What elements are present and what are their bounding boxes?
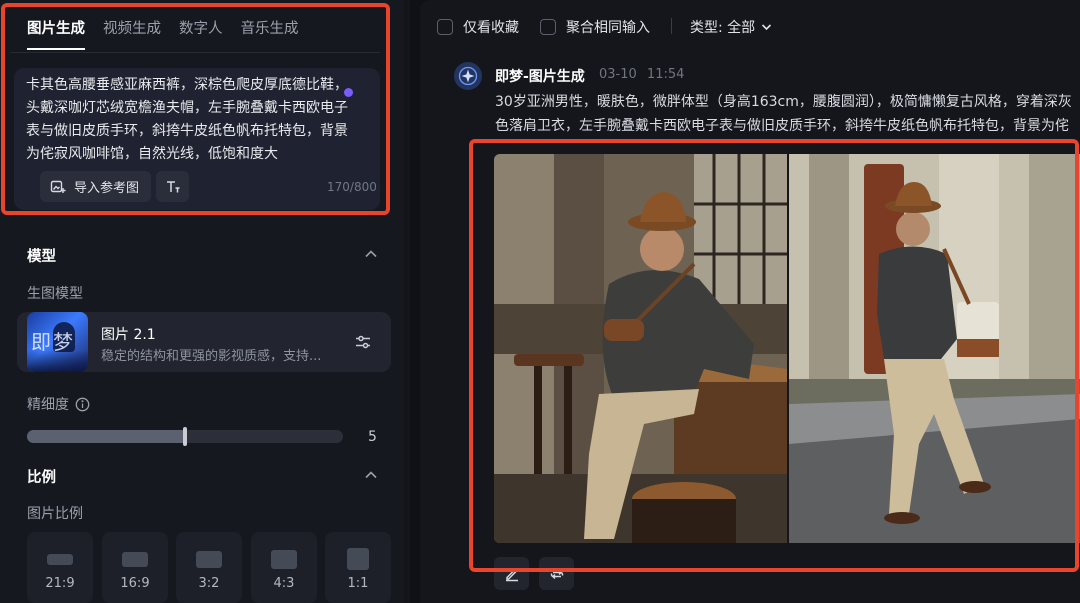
fineness-slider-fill [27, 430, 185, 443]
favorites-filter[interactable]: 仅看收藏 [437, 17, 519, 37]
fineness-value: 5 [368, 429, 377, 445]
favorites-label: 仅看收藏 [463, 20, 519, 36]
import-reference-label: 导入参考图 [74, 181, 140, 196]
sliders-icon[interactable] [354, 333, 372, 351]
filter-divider [671, 18, 672, 34]
edit-button[interactable] [494, 557, 529, 590]
type-filter-dropdown[interactable]: 类型: 全部 [690, 17, 772, 37]
ratio-option-21-9[interactable]: 21:9 [27, 532, 93, 603]
merge-filter[interactable]: 聚合相同输入 [540, 17, 650, 37]
bot-avatar [454, 62, 482, 90]
chevron-up-icon[interactable] [364, 249, 378, 259]
ratio-label: 4:3 [273, 576, 295, 591]
ratio-label: 16:9 [120, 576, 150, 591]
type-filter-label: 类型: 全部 [690, 20, 756, 36]
model-name: 图片 2.1 [101, 327, 156, 343]
tab-image-generation[interactable]: 图片生成 [27, 17, 85, 50]
generated-image-2[interactable] [789, 154, 1080, 543]
ratio-option-4-3[interactable]: 4:3 [251, 532, 317, 603]
ratio-16-9-icon [122, 552, 148, 567]
image-add-icon [50, 180, 66, 193]
left-panel: 图片生成 视频生成 数字人 音乐生成 卡其色高腰垂感亚麻西裤，深棕色爬皮厚底德比… [0, 0, 410, 603]
merge-checkbox[interactable] [540, 19, 556, 35]
fineness-slider-handle[interactable] [183, 427, 187, 446]
ratio-3-2-icon [196, 551, 222, 568]
model-thumbnail: 即梦 [27, 312, 88, 372]
fineness-label: 精细度 [27, 397, 69, 413]
ratio-label: 1:1 [347, 576, 369, 591]
left-scrollbar[interactable] [404, 0, 410, 603]
loop-icon [550, 569, 563, 579]
tab-digital-human[interactable]: 数字人 [179, 17, 223, 50]
ratio-subtitle: 图片比例 [27, 506, 83, 522]
bot-name: 即梦-图片生成 [495, 69, 585, 85]
message-time: 11:54 [646, 67, 685, 82]
ratio-21-9-icon [47, 554, 73, 565]
merge-label: 聚合相同输入 [566, 20, 650, 36]
chevron-up-icon[interactable] [364, 470, 378, 480]
tab-video-generation[interactable]: 视频生成 [103, 17, 161, 50]
chevron-down-icon [762, 24, 772, 31]
generated-image-1[interactable] [494, 154, 787, 543]
model-section-title: 模型 [27, 249, 56, 265]
message-date: 03-10 [599, 67, 637, 82]
sparkle-icon [458, 66, 478, 86]
prompt-textarea[interactable]: 卡其色高腰垂感亚麻西裤，深棕色爬皮厚底德比鞋，头戴深咖灯芯绒宽檐渔夫帽，左手腕叠… [26, 74, 360, 166]
info-icon[interactable] [75, 397, 90, 412]
ratio-option-1-1[interactable]: 1:1 [325, 532, 391, 603]
tab-music-generation[interactable]: 音乐生成 [241, 17, 299, 50]
edit-icon [505, 568, 518, 581]
favorites-checkbox[interactable] [437, 19, 453, 35]
model-description: 稳定的结构和更强的影视质感，支持... [101, 349, 322, 364]
tabs-divider [10, 52, 380, 53]
text-style-button[interactable] [156, 171, 189, 202]
ratio-1-1-icon [347, 548, 369, 570]
import-reference-button[interactable]: 导入参考图 [40, 171, 151, 202]
ratio-label: 21:9 [45, 576, 75, 591]
fineness-label-row: 精细度 [27, 394, 90, 414]
model-subtitle: 生图模型 [27, 286, 83, 302]
ratio-option-3-2[interactable]: 3:2 [176, 532, 242, 603]
model-thumbnail-text: 即梦 [31, 330, 75, 354]
ratio-option-16-9[interactable]: 16:9 [102, 532, 168, 603]
message-prompt-text: 30岁亚洲男性，暖肤色，微胖体型（身高163cm，腰腹圆润），极简慵懒复古风格，… [495, 94, 1072, 134]
ratio-label: 3:2 [198, 576, 220, 591]
regenerate-button[interactable] [539, 557, 574, 590]
text-cursor-dot [344, 88, 353, 97]
generation-tabs: 图片生成 视频生成 数字人 音乐生成 [27, 17, 299, 50]
ratio-4-3-icon [271, 550, 297, 569]
ratio-section-title: 比例 [27, 470, 56, 486]
message-timestamp: 03-10 11:54 [599, 67, 684, 82]
text-size-icon [166, 180, 179, 192]
char-counter: 170/800 [327, 180, 377, 194]
